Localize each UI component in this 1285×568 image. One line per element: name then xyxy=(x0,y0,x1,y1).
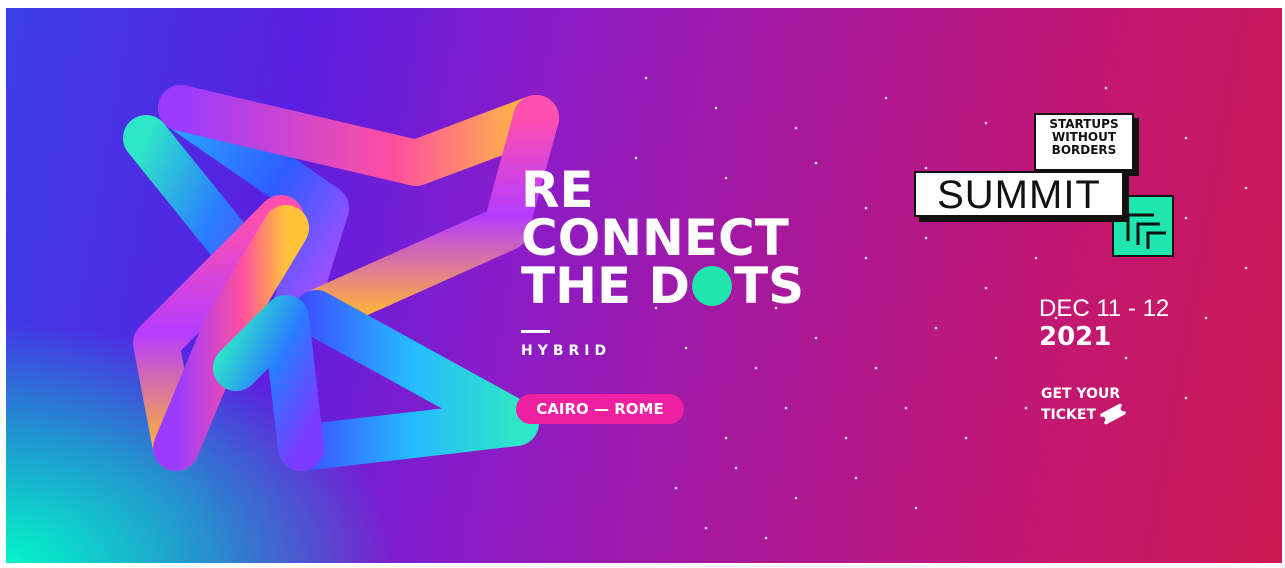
location-pill[interactable]: CAIRO — ROME xyxy=(516,394,684,424)
logo-line-3: BORDERS xyxy=(1051,143,1117,157)
event-date: DEC 11 - 12 xyxy=(1039,295,1170,322)
logo-label-box: STARTUPS WITHOUT BORDERS xyxy=(1034,113,1134,171)
event-year: 2021 xyxy=(1039,322,1112,352)
headline-line-3-end: TS xyxy=(734,257,805,315)
ticket-label: TICKET xyxy=(1041,407,1096,423)
ticket-line-2: TICKET xyxy=(1041,403,1128,430)
headline-line-1: RE xyxy=(521,161,594,219)
subtitle-hybrid: HYBRID xyxy=(521,343,612,359)
ticket-line-1: GET YOUR xyxy=(1041,386,1121,402)
headline: RE CONNECT THE D TS xyxy=(521,161,804,311)
abstract-knot-graphic xyxy=(123,85,559,471)
summit-logo[interactable]: STARTUPS WITHOUT BORDERS SUMMIT xyxy=(909,113,1179,258)
logo-summit: SUMMIT xyxy=(914,171,1124,217)
headline-line-3: THE D TS xyxy=(521,261,804,311)
headline-line-3-start: THE D xyxy=(521,257,691,315)
headline-line-2: CONNECT xyxy=(521,209,789,267)
get-ticket-link[interactable]: GET YOUR TICKET xyxy=(1041,386,1128,430)
divider xyxy=(521,330,550,333)
hero-banner[interactable]: RE CONNECT THE D TS HYBRID CAIRO — ROME S… xyxy=(6,8,1282,563)
teal-dot-icon xyxy=(692,266,733,306)
ticket-icon xyxy=(1098,403,1128,430)
